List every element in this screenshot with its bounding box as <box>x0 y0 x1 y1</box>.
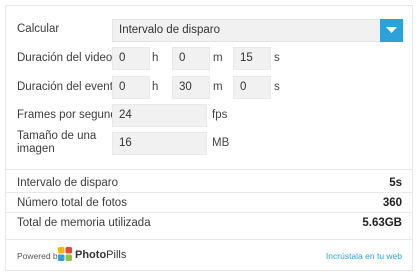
event-hours-unit: h <box>152 81 159 93</box>
image-size-unit: MB <box>212 137 230 149</box>
video-seconds-input[interactable]: 15 <box>233 47 271 70</box>
timelapse-calculator-widget: Calcular Intervalo de disparo Duración d… <box>5 5 413 271</box>
video-minutes-input[interactable]: 0 <box>172 47 210 70</box>
image-size-input[interactable]: 16 <box>112 132 207 155</box>
fps-input[interactable]: 24 <box>112 104 207 127</box>
event-hours-input[interactable]: 0 <box>112 76 150 99</box>
embed-link[interactable]: Incrústala en tu web <box>326 251 402 261</box>
image-size-label-line1: Tamaño de una <box>17 130 97 142</box>
fps-label: Frames por segundo <box>17 109 124 121</box>
powered-by-text: Powered by <box>17 251 62 261</box>
fps-unit: fps <box>212 109 228 121</box>
video-duration-label: Duración del video <box>17 52 113 64</box>
result-interval-label: Intervalo de disparo <box>17 177 119 189</box>
event-seconds-input[interactable]: 0 <box>233 76 271 99</box>
calcular-label: Calcular <box>17 23 60 35</box>
divider <box>6 192 412 193</box>
image-size-label-line2: imagen <box>17 143 55 155</box>
chevron-down-icon <box>386 27 397 33</box>
calcular-select-value: Intervalo de disparo <box>119 24 221 36</box>
calcular-select[interactable]: Intervalo de disparo <box>112 19 403 42</box>
brand-name[interactable]: PhotoPills <box>75 249 126 261</box>
result-interval-value: 5s <box>389 177 402 189</box>
brand-name-thin: Pills <box>106 249 127 261</box>
event-minutes-input[interactable]: 30 <box>172 76 210 99</box>
video-minutes-unit: m <box>213 52 223 64</box>
event-minutes-unit: m <box>213 81 223 93</box>
divider <box>6 169 412 170</box>
event-seconds-unit: s <box>274 81 280 93</box>
video-hours-input[interactable]: 0 <box>112 47 150 70</box>
video-seconds-unit: s <box>274 52 280 64</box>
divider <box>6 212 412 213</box>
result-photos-label: Número total de fotos <box>17 197 127 209</box>
photopills-logo-icon <box>58 247 72 261</box>
result-memory-label: Total de memoria utilizada <box>17 217 151 229</box>
result-memory-value: 5.63GB <box>362 217 402 229</box>
divider <box>6 239 412 240</box>
dropdown-button[interactable] <box>380 19 403 42</box>
video-hours-unit: h <box>152 52 159 64</box>
brand-name-bold: Photo <box>75 249 107 261</box>
result-photos-value: 360 <box>382 197 402 209</box>
event-duration-label: Duración del evento <box>17 81 120 93</box>
